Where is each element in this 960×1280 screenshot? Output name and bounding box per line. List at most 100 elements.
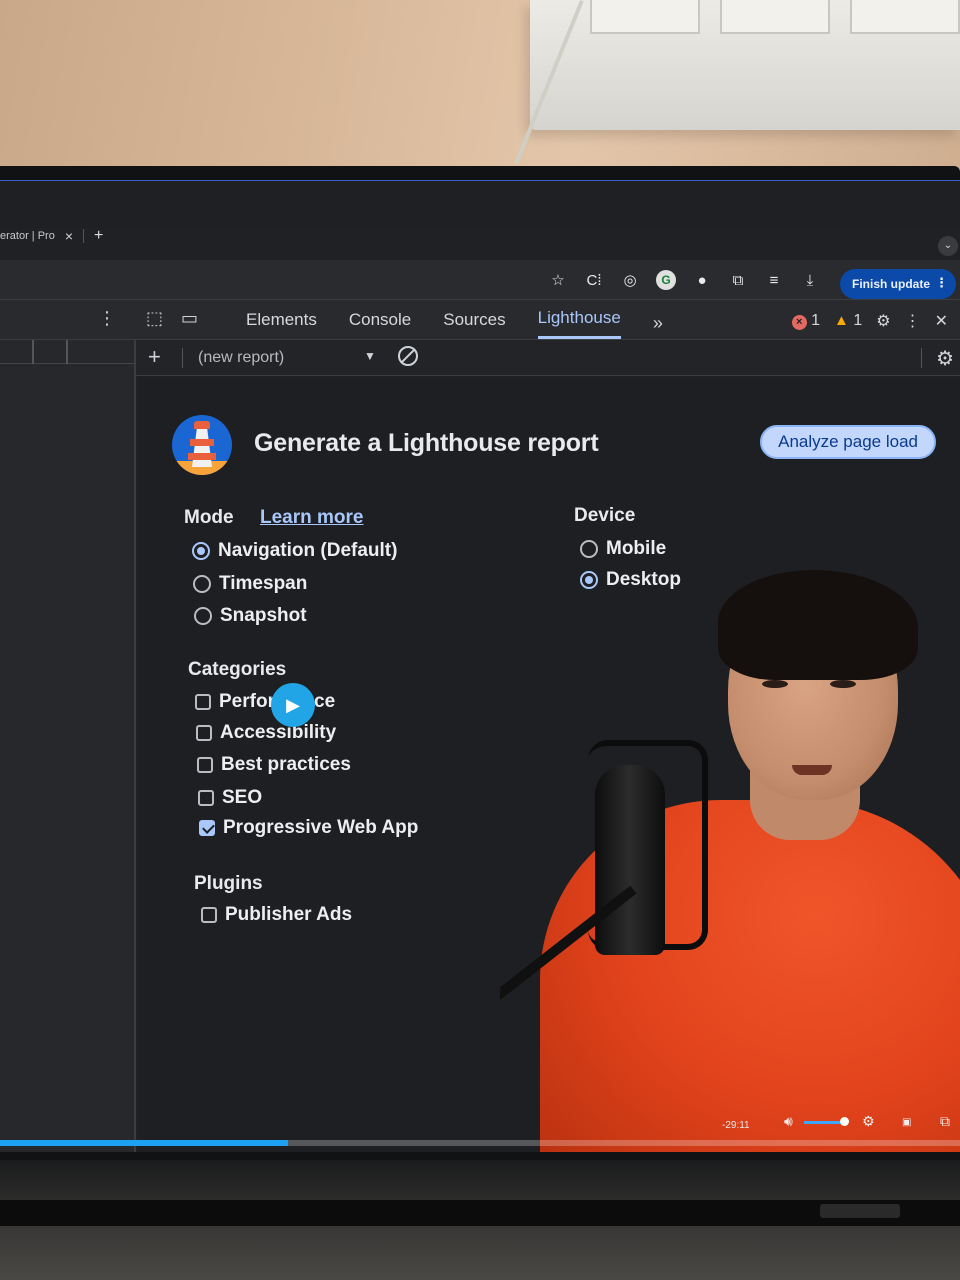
mode-option-label: Snapshot xyxy=(220,605,307,626)
report-select[interactable]: (new report) xyxy=(198,349,284,367)
devtools-tools: ⬚ ▭ xyxy=(146,308,198,329)
wall-outlet xyxy=(530,0,960,130)
extension-dot-icon[interactable]: ● xyxy=(692,272,712,289)
report-dropdown-caret-icon[interactable]: ▼ xyxy=(364,349,376,363)
presenter-eye xyxy=(762,680,788,688)
lighthouse-toolbar: + (new report) ▼ ⚙ xyxy=(136,340,960,376)
tab-elements[interactable]: Elements xyxy=(246,310,317,338)
error-count: 1 xyxy=(811,312,821,329)
mode-label: Mode xyxy=(184,507,234,528)
plugin-label: Publisher Ads xyxy=(225,904,353,925)
extensions-puzzle-icon[interactable]: ⧉ xyxy=(728,272,748,289)
radio-icon-selected[interactable] xyxy=(192,542,210,560)
category-progressive-web-app[interactable]: Progressive Web App xyxy=(199,817,418,839)
tab-search-chevron-icon[interactable]: ⌄ xyxy=(938,236,958,256)
warning-counter[interactable]: ▲ 1 xyxy=(834,312,862,330)
devtools-status: × 1 ▲ 1 ⚙ ⋮ ✕ xyxy=(791,311,948,331)
category-label: Accessibility xyxy=(220,722,337,743)
mode-option-timespan[interactable]: Timespan xyxy=(193,573,307,595)
tab-close-icon[interactable]: × xyxy=(65,228,73,244)
plugin-publisher-ads[interactable]: Publisher Ads xyxy=(201,904,352,926)
category-accessibility[interactable]: Accessibility xyxy=(196,722,336,744)
error-counter[interactable]: × 1 xyxy=(791,312,821,330)
microphone xyxy=(595,765,665,955)
presenter-eye xyxy=(830,680,856,688)
grammarly-icon[interactable]: G xyxy=(656,270,676,290)
browser-tab[interactable]: erator | Pro × + xyxy=(0,224,103,248)
category-label: Progressive Web App xyxy=(223,817,419,838)
bookmark-star-icon[interactable]: ☆ xyxy=(548,271,568,289)
extension-c-icon[interactable]: C⁞ xyxy=(584,272,604,289)
checkbox-checked-icon[interactable] xyxy=(199,820,215,836)
radio-icon[interactable] xyxy=(580,540,598,558)
video-play-icon[interactable]: ▶ xyxy=(271,683,315,727)
volume-slider-knob[interactable] xyxy=(840,1117,849,1126)
video-progress-fill xyxy=(0,1140,288,1146)
tab-strip xyxy=(0,180,960,228)
finish-update-label: Finish update xyxy=(852,277,930,291)
toolbar-separator xyxy=(182,348,183,368)
inspect-element-icon[interactable]: ⬚ xyxy=(146,308,163,329)
finish-update-button[interactable]: Finish update ⋮ xyxy=(840,269,956,299)
laptop-grille xyxy=(820,1204,900,1218)
device-label: Device xyxy=(574,505,636,526)
device-option-mobile[interactable]: Mobile xyxy=(580,538,666,560)
checkbox-icon[interactable] xyxy=(195,694,211,710)
more-tabs-chevron-icon[interactable]: » xyxy=(653,313,663,334)
volume-icon[interactable]: 🔊︎ xyxy=(784,1113,793,1130)
devtools-kebab-icon[interactable]: ⋮ xyxy=(905,311,921,331)
tab-console[interactable]: Console xyxy=(349,310,411,338)
device-toolbar-icon[interactable]: ▭ xyxy=(181,308,198,329)
tab-separator xyxy=(83,229,85,243)
categories-label: Categories xyxy=(188,659,287,680)
download-icon[interactable]: ⤓ xyxy=(800,272,820,289)
picture-in-picture-icon[interactable]: ⧉ xyxy=(940,1113,950,1130)
lighthouse-logo-icon xyxy=(172,415,232,475)
laptop-hinge xyxy=(0,1200,960,1226)
checkbox-icon[interactable] xyxy=(201,907,217,923)
page-title: Generate a Lighthouse report xyxy=(254,429,599,457)
video-time-remaining: -29:11 xyxy=(722,1120,750,1131)
category-label: Best practices xyxy=(221,754,351,775)
laptop-base xyxy=(0,1160,960,1280)
page-viewport-pane xyxy=(0,340,136,1152)
checkbox-icon[interactable] xyxy=(197,757,213,773)
browser-menu-kebab-icon[interactable]: ⋮ xyxy=(935,275,948,291)
new-tab-icon[interactable]: + xyxy=(94,227,103,245)
mode-option-label: Navigation (Default) xyxy=(218,540,398,561)
browser-tab-title[interactable]: erator | Pro xyxy=(0,230,55,242)
plugins-label: Plugins xyxy=(194,873,263,894)
video-settings-gear-icon[interactable]: ⚙ xyxy=(862,1113,875,1130)
analyze-page-load-button[interactable]: Analyze page load xyxy=(760,425,936,459)
category-label: SEO xyxy=(222,787,263,808)
mode-option-snapshot[interactable]: Snapshot xyxy=(194,605,307,627)
category-seo[interactable]: SEO xyxy=(198,787,262,809)
clear-reports-icon[interactable] xyxy=(398,346,418,366)
hd-quality-icon[interactable]: ▣ xyxy=(902,1117,911,1128)
tab-sources[interactable]: Sources xyxy=(443,310,505,338)
mode-option-label: Timespan xyxy=(219,573,308,594)
toolbar-separator-right xyxy=(921,348,922,368)
learn-more-link[interactable]: Learn more xyxy=(260,507,363,529)
device-option-label: Mobile xyxy=(606,538,667,559)
category-best-practices[interactable]: Best practices xyxy=(197,754,351,776)
reading-list-icon[interactable]: ≡ xyxy=(764,272,784,289)
warning-count: 1 xyxy=(853,312,863,329)
presenter-hair xyxy=(718,570,918,680)
warning-icon: ▲ xyxy=(834,312,849,329)
volume-slider[interactable] xyxy=(804,1121,844,1124)
checkbox-icon[interactable] xyxy=(198,790,214,806)
pane-kebab-icon[interactable]: ⋮ xyxy=(98,308,116,329)
devtools-settings-gear-icon[interactable]: ⚙ xyxy=(876,311,890,331)
close-devtools-icon[interactable]: ✕ xyxy=(935,311,948,331)
checkbox-icon[interactable] xyxy=(196,725,212,741)
new-report-plus-icon[interactable]: + xyxy=(148,344,161,370)
radio-icon[interactable] xyxy=(193,575,211,593)
devtools-tabs: Elements Console Sources Lighthouse » xyxy=(246,308,663,339)
error-icon: × xyxy=(791,315,807,330)
extension-target-icon[interactable]: ◎ xyxy=(620,271,640,289)
lighthouse-settings-gear-icon[interactable]: ⚙ xyxy=(936,346,954,371)
radio-icon[interactable] xyxy=(194,607,212,625)
mode-option-navigation[interactable]: Navigation (Default) xyxy=(192,540,397,562)
tab-lighthouse[interactable]: Lighthouse xyxy=(537,308,621,339)
